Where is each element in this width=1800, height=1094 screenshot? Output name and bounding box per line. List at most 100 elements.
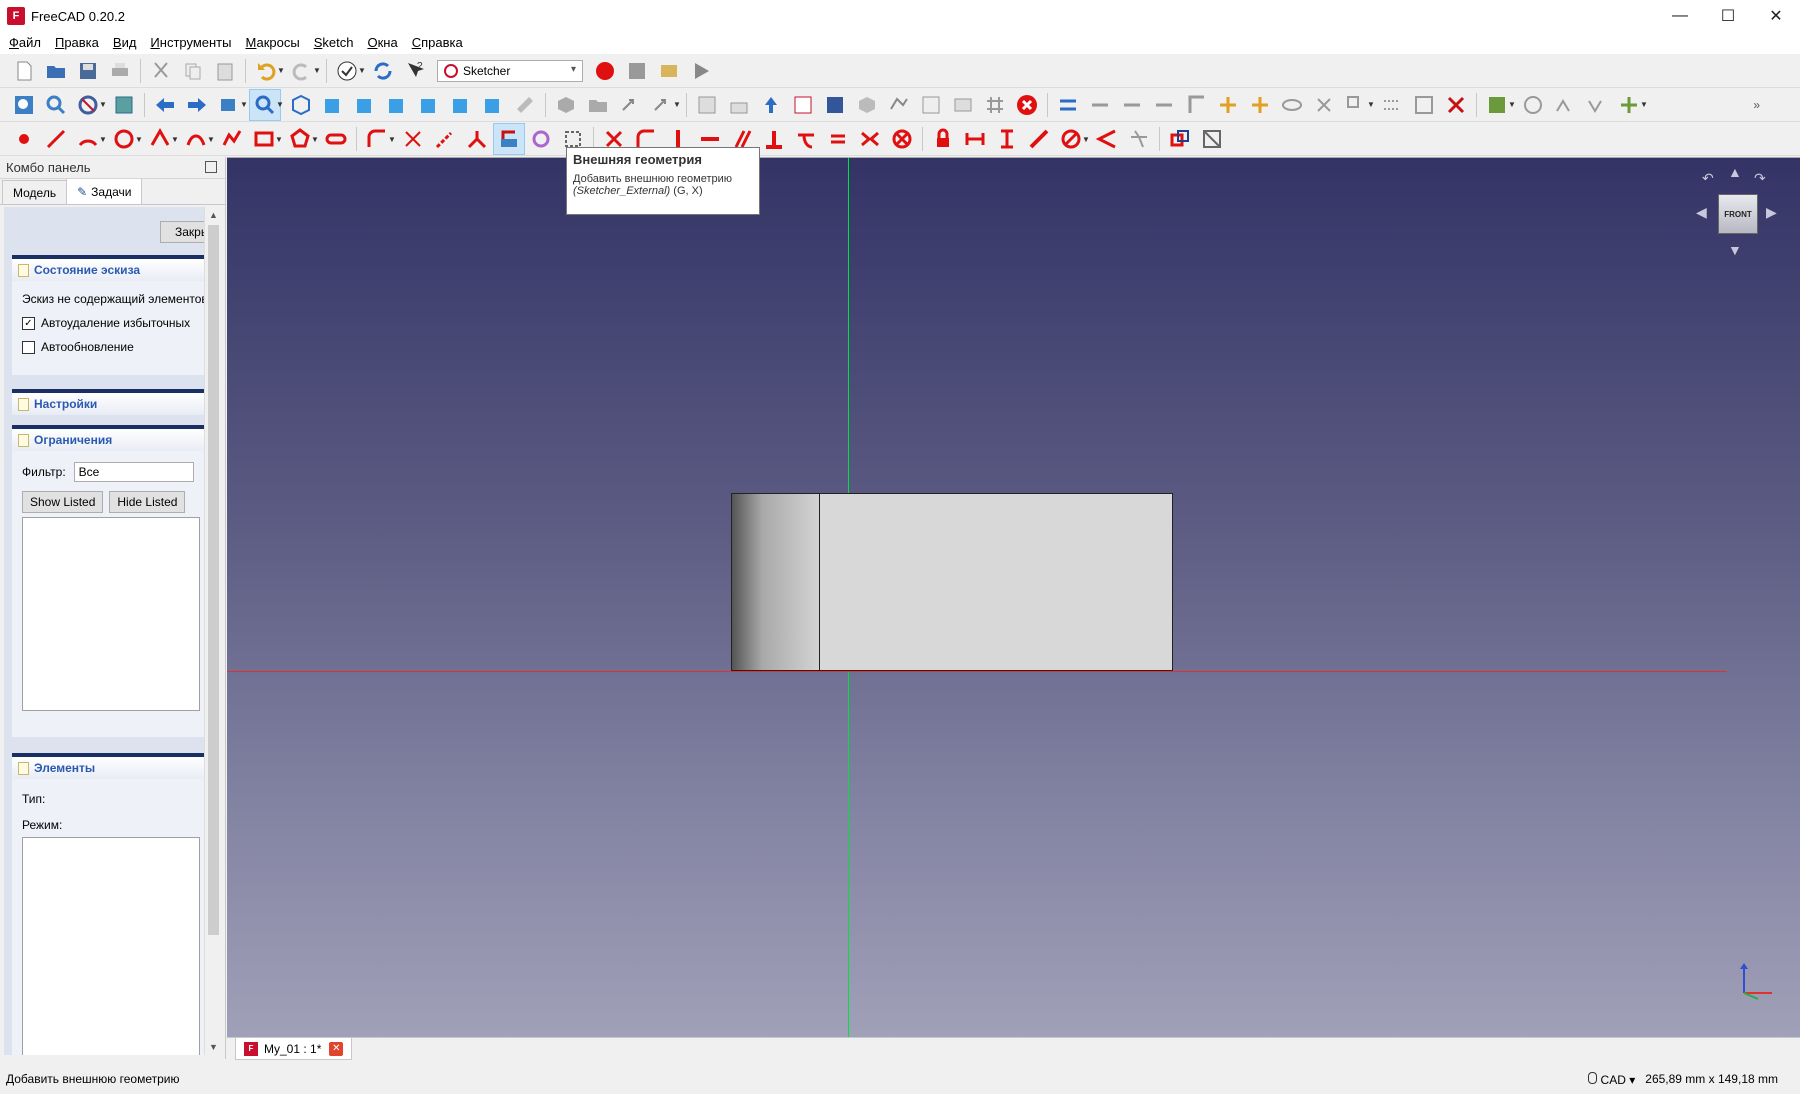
new-document-button[interactable] (8, 55, 40, 87)
split-button[interactable] (461, 123, 493, 155)
arrow-right-icon[interactable]: ▶ (1766, 204, 1777, 221)
menu-windows[interactable]: Окна (360, 32, 404, 54)
constrain-lock-button[interactable] (927, 123, 959, 155)
select-redundant-button[interactable] (1148, 89, 1180, 121)
toggle-driving-button[interactable] (1164, 123, 1196, 155)
auto-update-checkbox[interactable]: Автообновление (22, 335, 194, 359)
menu-macros[interactable]: Макросы (238, 32, 306, 54)
show-listed-button[interactable]: Show Listed (22, 491, 104, 513)
menu-view[interactable]: Вид (106, 32, 144, 54)
elements-list[interactable] (22, 837, 200, 1055)
float-panel-icon[interactable] (205, 161, 217, 173)
rotate-left-icon[interactable]: ↶ (1702, 170, 1714, 187)
constrain-distance-button[interactable] (1023, 123, 1055, 155)
menu-edit[interactable]: Правка (48, 32, 106, 54)
paste-button[interactable] (209, 55, 241, 87)
carbon-copy-button[interactable] (525, 123, 557, 155)
toolbar-overflow-chevron[interactable]: » (1753, 98, 1760, 112)
select-elements-button[interactable] (1084, 89, 1116, 121)
refresh-dropdown-arrow[interactable]: ▼ (357, 55, 367, 87)
remove-axes-alignment-button[interactable] (1408, 89, 1440, 121)
close-tab-icon[interactable]: ✕ (329, 1041, 344, 1056)
sketch-merge-button[interactable] (915, 89, 947, 121)
measure-distance-button[interactable] (509, 89, 541, 121)
create-point-button[interactable] (8, 123, 40, 155)
sketch-leave-button[interactable] (723, 89, 755, 121)
constraints-header[interactable]: Ограничения (12, 425, 204, 451)
clone-dropdown-arrow[interactable]: ▼ (1366, 89, 1376, 121)
minimize-button[interactable]: — (1656, 0, 1704, 32)
toggle-construction-visibility-button[interactable] (1276, 89, 1308, 121)
redo-dropdown-arrow[interactable]: ▼ (312, 55, 322, 87)
open-button[interactable] (40, 55, 72, 87)
extend-button[interactable] (429, 123, 461, 155)
rectangle-dropdown-arrow[interactable]: ▼ (274, 123, 284, 155)
hide-listed-button[interactable]: Hide Listed (109, 491, 186, 513)
constrain-equal-button[interactable] (822, 123, 854, 155)
view-left-button[interactable] (477, 89, 509, 121)
solid-body[interactable] (731, 493, 1173, 671)
link-dropdown-arrow[interactable]: ▼ (672, 89, 682, 121)
sketch-view-button[interactable] (755, 89, 787, 121)
create-slot-button[interactable] (320, 123, 352, 155)
view-top-button[interactable] (349, 89, 381, 121)
tab-tasks[interactable]: ✎ Задачи (66, 178, 143, 204)
constrain-block-button[interactable] (886, 123, 918, 155)
group-button[interactable] (582, 89, 614, 121)
cut-button[interactable] (145, 55, 177, 87)
draw-style-dropdown-arrow[interactable]: ▼ (98, 89, 108, 121)
navigation-cube[interactable]: ↶ ▲ ↷ ◀ ▶ ▼ FRONT (1682, 164, 1782, 264)
sketch-validate-button[interactable] (883, 89, 915, 121)
close-window-button[interactable]: ✕ (1752, 0, 1800, 32)
select-constraints-button[interactable] (1052, 89, 1084, 121)
bspline-decrease-button[interactable] (1581, 89, 1613, 121)
view-right-button[interactable] (381, 89, 413, 121)
copy-button[interactable] (177, 55, 209, 87)
constrain-perpendicular-button[interactable] (758, 123, 790, 155)
macro-edit-button[interactable] (653, 55, 685, 87)
select-h-axis-button[interactable] (1212, 89, 1244, 121)
close-sketch-button[interactable]: Закрыть (160, 221, 204, 243)
radius-dropdown-arrow[interactable]: ▼ (1081, 123, 1091, 155)
macro-run-button[interactable] (685, 55, 717, 87)
sketch-reorient-button[interactable] (851, 89, 883, 121)
sketch-stop-button[interactable] (1011, 89, 1043, 121)
undo-dropdown-arrow[interactable]: ▼ (276, 55, 286, 87)
arc-dropdown-arrow[interactable]: ▼ (98, 123, 108, 155)
menu-tools[interactable]: Инструменты (143, 32, 238, 54)
view-front-button[interactable] (317, 89, 349, 121)
select-conflicting-button[interactable] (1116, 89, 1148, 121)
constrain-tangent-button[interactable] (790, 123, 822, 155)
auto-remove-checkbox[interactable]: ✓ Автоудаление избыточных (22, 311, 194, 335)
trimming-button[interactable] (397, 123, 429, 155)
symmetry-tool-button[interactable] (1308, 89, 1340, 121)
macro-stop-button[interactable] (621, 55, 653, 87)
document-tab[interactable]: F My_01 : 1* ✕ (235, 1038, 353, 1060)
std-views-dropdown-arrow[interactable]: ▼ (239, 89, 249, 121)
select-v-axis-button[interactable] (1244, 89, 1276, 121)
macro-record-button[interactable] (589, 55, 621, 87)
external-geometry-button[interactable] (493, 123, 525, 155)
create-polyline-button[interactable] (216, 123, 248, 155)
scrollbar-thumb[interactable] (208, 225, 219, 935)
select-origin-button[interactable] (1180, 89, 1212, 121)
sketch-map-button[interactable] (819, 89, 851, 121)
view-forward-button[interactable] (181, 89, 213, 121)
menu-file[interactable]: Файл (2, 32, 48, 54)
maximize-button[interactable]: ☐ (1704, 0, 1752, 32)
sketch-state-header[interactable]: Состояние эскиза (12, 255, 204, 281)
task-panel-scrollbar[interactable]: ▲ ▼ (204, 207, 221, 1055)
scroll-down-icon[interactable]: ▼ (205, 1039, 222, 1055)
arrow-down-icon[interactable]: ▼ (1728, 242, 1742, 258)
sketch-new-button[interactable] (691, 89, 723, 121)
whats-this-button[interactable]: ? (399, 55, 431, 87)
menu-help[interactable]: Справка (405, 32, 470, 54)
toggle-active-button[interactable] (1196, 123, 1228, 155)
link-button[interactable] (614, 89, 646, 121)
settings-header[interactable]: Настройки (12, 389, 204, 415)
tab-model[interactable]: Модель (2, 180, 68, 204)
knot-dropdown-arrow[interactable]: ▼ (1639, 89, 1649, 121)
constrain-angle-button[interactable] (1091, 123, 1123, 155)
elements-header[interactable]: Элементы (12, 753, 204, 779)
constrain-vertical-distance-button[interactable] (991, 123, 1023, 155)
